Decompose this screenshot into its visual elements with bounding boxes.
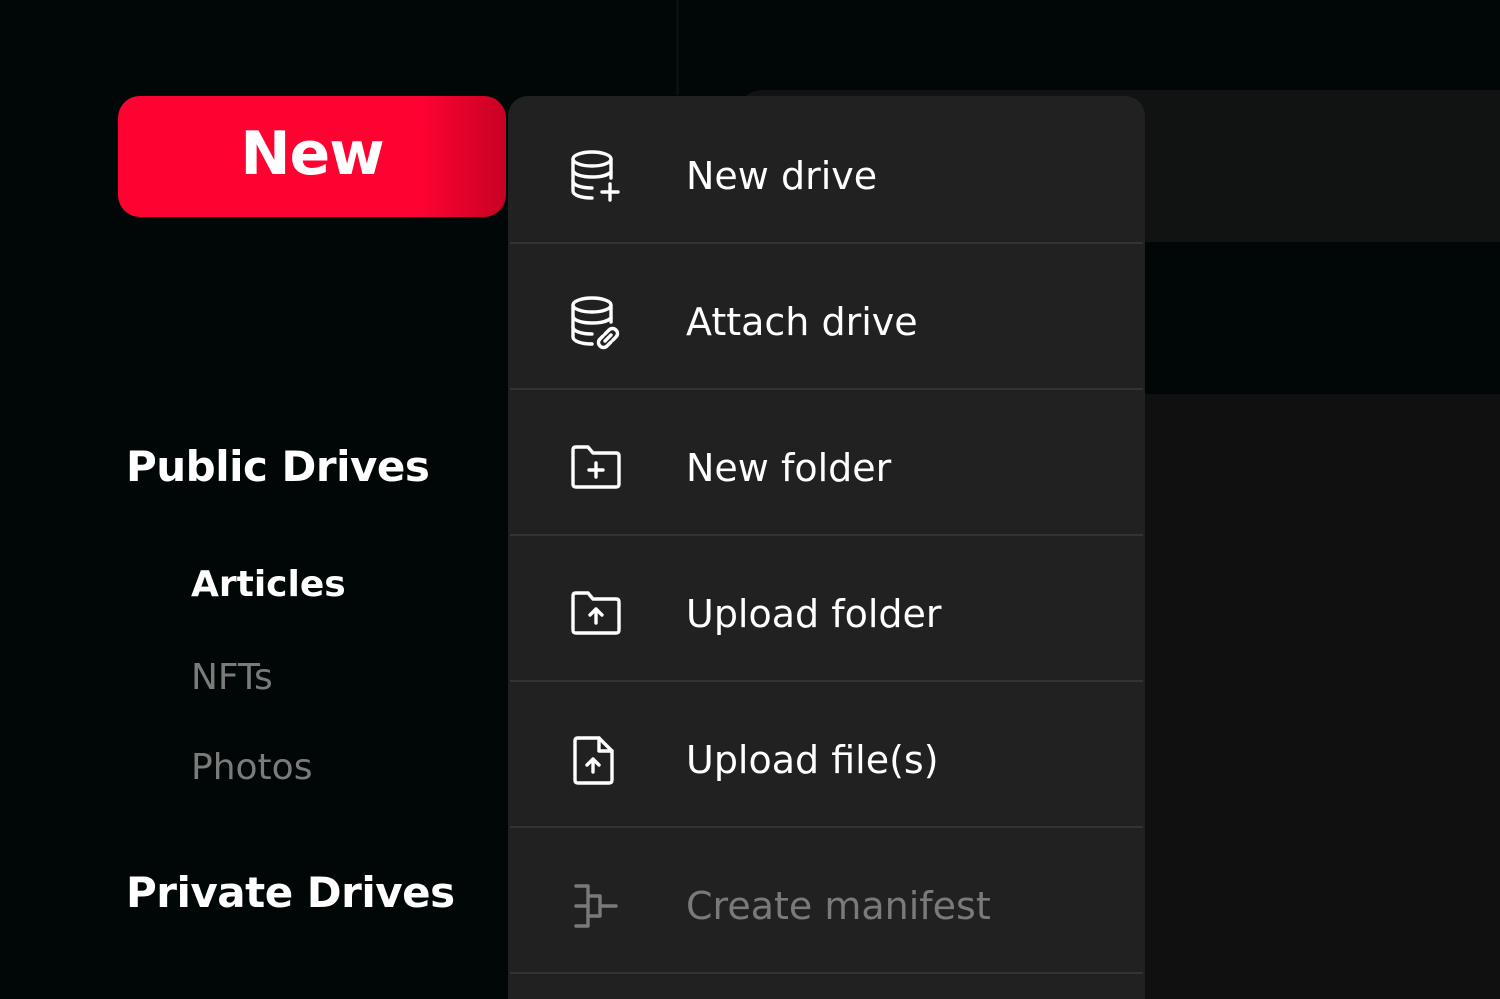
menu-divider bbox=[510, 388, 1143, 390]
new-dropdown-menu: New drive Attach drive New folder Upload… bbox=[508, 96, 1145, 999]
menu-divider bbox=[510, 534, 1143, 536]
database-link-icon bbox=[566, 292, 626, 352]
menu-item-new-folder[interactable]: New folder bbox=[508, 396, 1145, 540]
menu-item-label: New drive bbox=[686, 154, 878, 198]
database-plus-icon bbox=[566, 146, 626, 206]
menu-item-label: New folder bbox=[686, 446, 892, 490]
folder-plus-icon bbox=[566, 438, 626, 498]
menu-divider bbox=[510, 826, 1143, 828]
app-root: New Public Drives Articles NFTs Photos P… bbox=[0, 0, 1500, 999]
menu-divider bbox=[510, 972, 1143, 974]
menu-item-create-manifest[interactable]: Create manifest bbox=[508, 834, 1145, 978]
main-content-area bbox=[1145, 394, 1500, 999]
new-button[interactable]: New bbox=[118, 96, 506, 217]
background-divider bbox=[676, 0, 679, 95]
menu-item-new-drive[interactable]: New drive bbox=[508, 104, 1145, 248]
menu-divider bbox=[510, 680, 1143, 682]
menu-item-label: Upload folder bbox=[686, 592, 942, 636]
menu-item-label: Attach drive bbox=[686, 300, 918, 344]
sidebar-heading-public-drives: Public Drives bbox=[126, 442, 430, 491]
main-content-toolbar bbox=[1145, 242, 1500, 394]
sidebar-item-photos[interactable]: Photos bbox=[191, 747, 312, 788]
menu-item-label: Create manifest bbox=[686, 884, 991, 928]
sidebar-item-nfts[interactable]: NFTs bbox=[191, 657, 273, 698]
manifest-icon bbox=[566, 876, 626, 936]
file-upload-icon bbox=[566, 730, 626, 790]
sidebar-heading-private-drives: Private Drives bbox=[126, 868, 455, 917]
folder-upload-icon bbox=[566, 584, 626, 644]
menu-item-upload-folder[interactable]: Upload folder bbox=[508, 542, 1145, 686]
menu-item-attach-drive[interactable]: Attach drive bbox=[508, 250, 1145, 394]
sidebar-item-articles[interactable]: Articles bbox=[191, 564, 346, 605]
menu-item-label: Upload file(s) bbox=[686, 738, 939, 782]
menu-item-upload-files[interactable]: Upload file(s) bbox=[508, 688, 1145, 832]
menu-divider bbox=[510, 242, 1143, 244]
